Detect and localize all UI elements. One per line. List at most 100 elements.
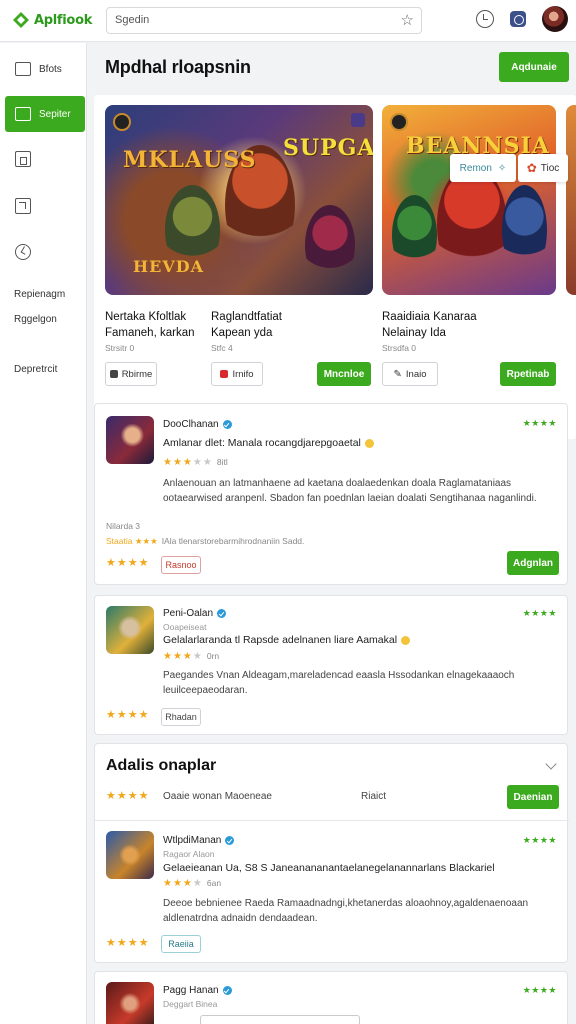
rating-count: 0rn — [206, 651, 220, 661]
tab-label: Remon — [459, 162, 492, 174]
verified-icon — [222, 420, 232, 429]
review-author: Peni-Oalan — [163, 608, 227, 619]
review-author: Pagg Hanan — [163, 985, 232, 996]
featured-rating: Strsitr 0 — [105, 343, 135, 353]
verified-icon — [225, 836, 235, 845]
hero-figure — [305, 205, 355, 285]
featured-info-button[interactable]: Irnifo — [211, 362, 263, 386]
review-meta: Staatia ★★★ IAla tlenarstorebarmihrodnan… — [106, 536, 304, 547]
main-content: Mpdhal rloapsnin Aqdunaie MKLAUSS SUPGA … — [94, 43, 576, 1024]
app-icon — [109, 370, 118, 378]
sidebar-item-bfots[interactable]: Bfots — [5, 51, 85, 87]
featured-image[interactable]: MKLAUSS SUPGA HEVDA — [105, 105, 373, 295]
featured-image[interactable]: BEANNSIA — [382, 105, 556, 295]
edit-icon: ✎ — [393, 368, 402, 380]
button-label: Irnifo — [232, 368, 254, 380]
featured-title-line: Raglandtfatiat — [211, 311, 282, 323]
headline-text: Amlanar dlet: Manala rocangdjarepgoaetal — [163, 437, 361, 449]
app-thumbnail[interactable] — [106, 606, 154, 654]
review-meta: Nilarda 3 — [106, 521, 141, 531]
search-input[interactable]: Sgedin ☆ — [106, 7, 422, 34]
get-button[interactable]: Mncnloe — [317, 362, 371, 386]
tab-remon[interactable]: Remon ✧ — [450, 154, 516, 182]
meta-text: IAla tlenarstorebarmihrodnaniin Sadd. — [161, 536, 305, 546]
section-stars: ★★★★ — [106, 790, 150, 802]
avatar[interactable] — [542, 6, 568, 32]
headline-text: Gelalarlaranda tl Rapsde adelnanen liare… — [163, 634, 398, 646]
bottom-input[interactable] — [200, 1015, 360, 1024]
review-body: Deeoe bebnienee Raeda Ramaadnadngi,kheta… — [163, 898, 529, 924]
footer-stars: ★★★★ — [106, 557, 150, 569]
review-body: Anlaenouan an latmanhaene ad kaetana doa… — [163, 478, 537, 504]
author-name: Peni-Oalan — [163, 608, 214, 619]
sidebar-item-rggelgon[interactable]: Rggelgon — [14, 314, 57, 325]
emoji-icon — [364, 438, 374, 448]
star-icon: ★★★ — [163, 878, 193, 889]
app-thumbnail[interactable] — [106, 982, 154, 1024]
star-rating: ★★★★★ 8itl — [163, 457, 228, 468]
game-badge-icon — [113, 113, 131, 131]
language-icon[interactable] — [510, 11, 526, 27]
review-headline: Gelalarlaranda tl Rapsde adelnanen liare… — [163, 634, 411, 646]
update-icon[interactable] — [15, 198, 31, 214]
badge-icon: ✿ — [526, 161, 537, 175]
featured-title-line: Nelainay Ida — [382, 327, 446, 339]
featured-rating: Stfc 4 — [211, 343, 233, 353]
app-thumbnail[interactable] — [106, 831, 154, 879]
primary-action-button[interactable]: Aqdunaie — [499, 52, 569, 82]
app-logo[interactable]: Aplfiook — [12, 10, 92, 30]
meta-stars: Staatia ★★★ — [106, 536, 158, 546]
featured-info-button[interactable]: Rbirme — [105, 362, 157, 386]
report-button[interactable]: Rhadan — [161, 708, 201, 726]
clock-icon[interactable] — [15, 244, 31, 260]
app-icon — [220, 370, 229, 378]
review-card[interactable]: Peni-Oalan Ooapeiseat ★★★★ Gelalarlarand… — [94, 595, 568, 735]
square-icon — [15, 107, 31, 121]
featured-info-button[interactable]: ✎ Inaio — [382, 362, 438, 386]
author-name: Pagg Hanan — [163, 985, 219, 996]
verified-icon — [222, 986, 232, 995]
get-button[interactable]: Rpetinab — [500, 362, 556, 386]
hero-figure — [392, 195, 437, 275]
store-icon[interactable] — [15, 151, 31, 167]
featured-title-line: Nertaka Kfoltlak — [105, 311, 187, 323]
sidebar-item-depretrcit[interactable]: Depretrcit — [14, 364, 57, 375]
report-button[interactable]: Raeiia — [161, 935, 201, 953]
app-thumbnail[interactable] — [106, 416, 154, 464]
search-placeholder: Sgedin — [115, 14, 150, 26]
review-card[interactable]: DooClhanan ★★★★ Amlanar dlet: Manala roc… — [94, 403, 568, 585]
sparkle-icon: ✧ — [497, 162, 507, 174]
logo-text: Aplfiook — [34, 12, 93, 28]
review-body: Paegandes Vnan Aldeagam,mareladencad eaa… — [163, 670, 515, 696]
rating-count: 8itl — [216, 457, 228, 467]
game-logo-text: SUPGA — [283, 135, 373, 161]
star-icon: ★★★ — [163, 457, 193, 468]
star-rating: ★★★★ 0rn — [163, 651, 219, 662]
report-button[interactable]: Rasnoo — [161, 556, 201, 574]
section-title: Adalis onaplar — [106, 757, 217, 774]
star-icon[interactable]: ☆ — [401, 11, 414, 29]
tab-tioc[interactable]: ✿ Tioc — [518, 154, 568, 182]
action-button[interactable]: Adgnlan — [507, 551, 559, 575]
chevron-down-icon[interactable] — [545, 758, 557, 770]
review-author: DooClhanan — [163, 419, 232, 430]
page-title: Mpdhal rloapsnin — [105, 57, 251, 77]
grid-icon — [15, 62, 31, 76]
star-icon: ★★ — [192, 457, 213, 468]
featured-image[interactable] — [566, 105, 576, 295]
history-icon[interactable] — [476, 10, 494, 28]
sidebar-item-sepiter[interactable]: Sepiter — [5, 96, 85, 132]
section-action-button[interactable]: Daenian — [507, 785, 559, 809]
game-badge-icon — [390, 113, 408, 131]
author-name: WtlpdiManan — [163, 835, 222, 846]
review-headline: Gelaeieanan Ua, S8 S Janeanananantaelane… — [163, 862, 495, 874]
section-label: Oaaie wonan Maoeneae — [163, 791, 272, 802]
author-name: DooClhanan — [163, 419, 219, 430]
star-icon: ★★★ — [163, 651, 193, 662]
featured-title-line: Raaidiaia Kanaraa — [382, 311, 477, 323]
sidebar: Bfots Sepiter Repienagm Rggelgon Depretr… — [0, 43, 87, 1024]
featured-carousel: MKLAUSS SUPGA HEVDA Nertaka Kfoltlak Fama… — [94, 95, 576, 439]
featured-title-line: Kapean yda — [211, 327, 273, 339]
star-rating: ★★★★ 6an — [163, 878, 221, 889]
sidebar-item-repienagm[interactable]: Repienagm — [14, 289, 65, 300]
